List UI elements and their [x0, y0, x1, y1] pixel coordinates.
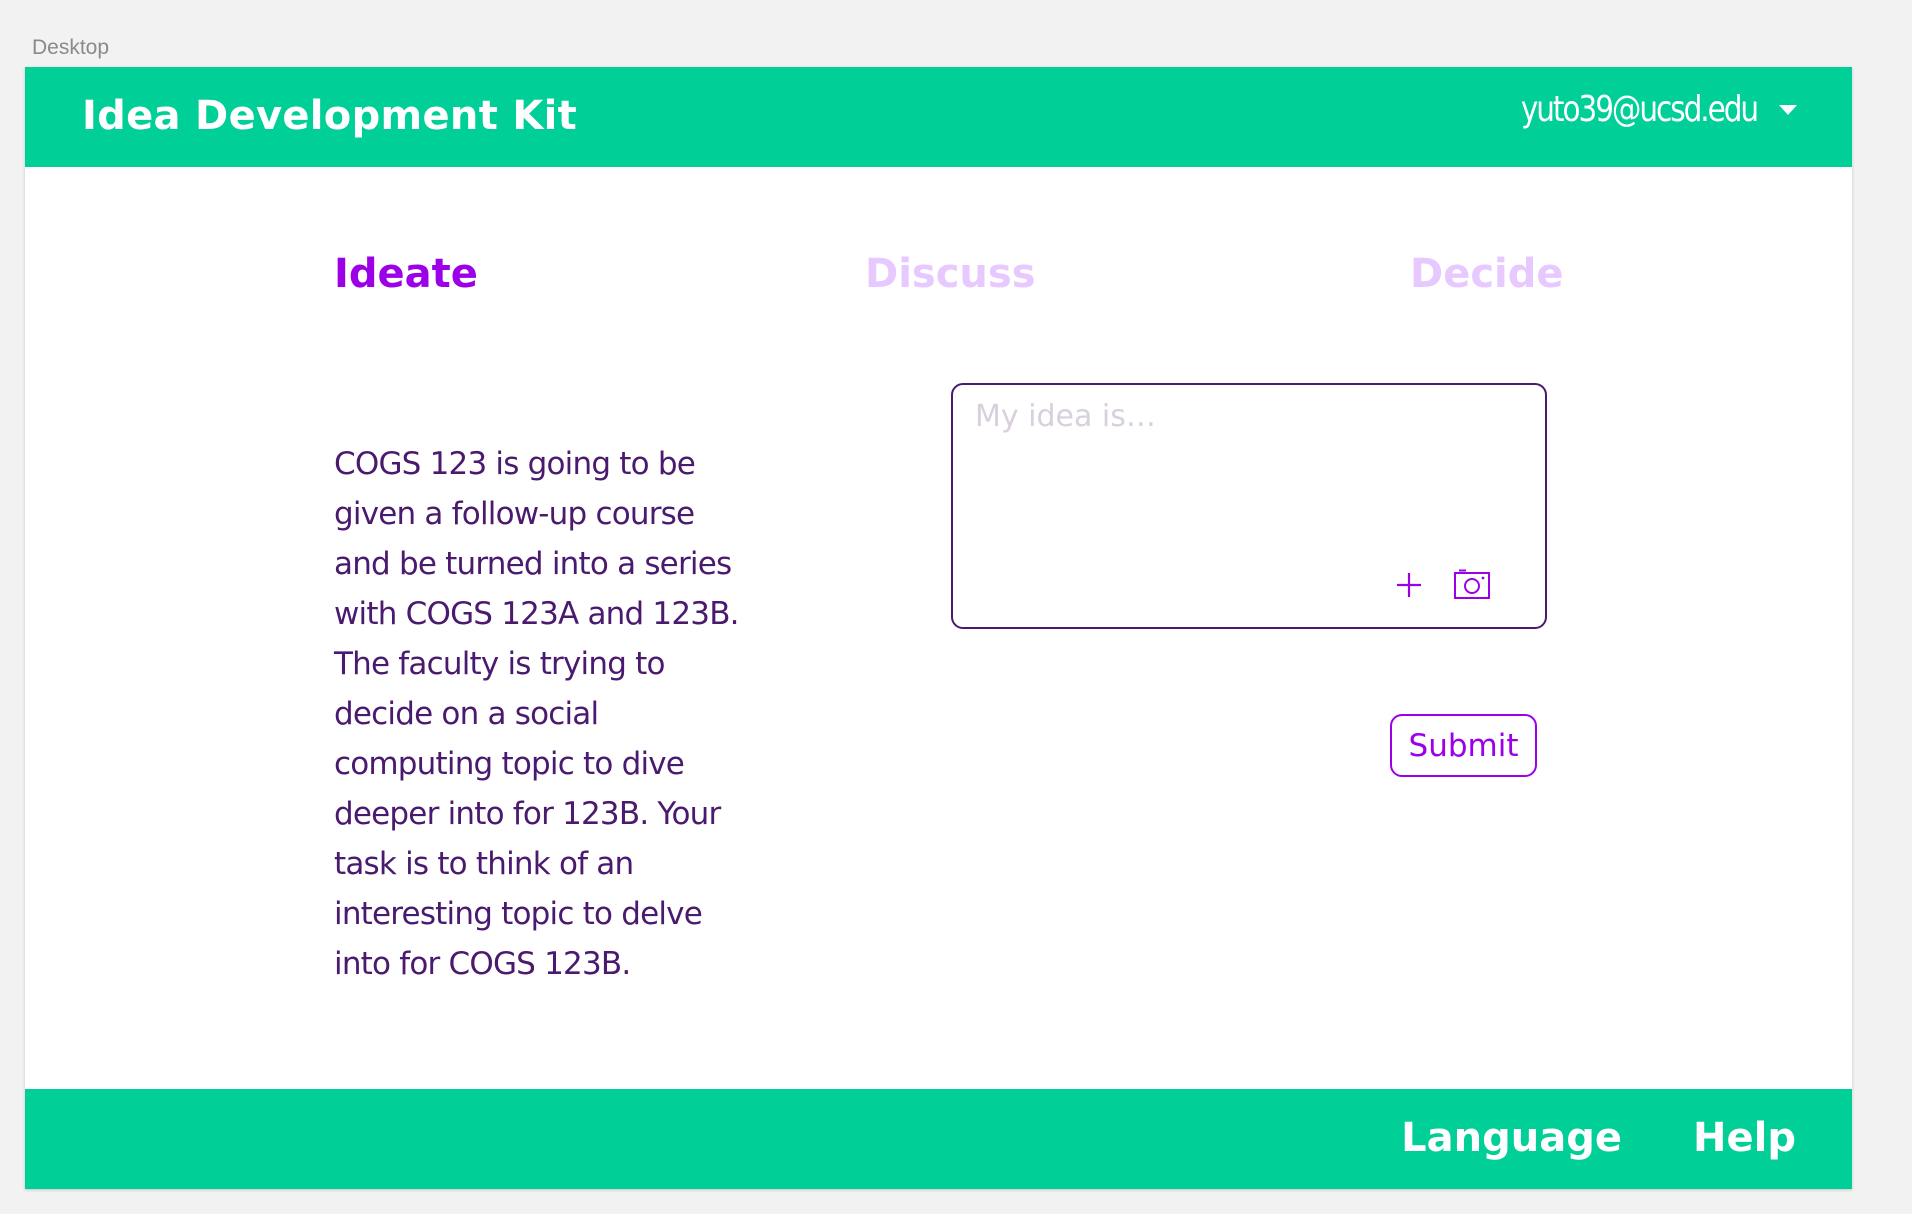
- submit-button[interactable]: Submit: [1390, 714, 1537, 777]
- help-link[interactable]: Help: [1693, 1115, 1796, 1161]
- footer-bar: Language Help: [25, 1089, 1852, 1189]
- tab-decide[interactable]: Decide: [1410, 251, 1564, 297]
- idea-input-box: [951, 383, 1547, 629]
- header-bar: Idea Development Kit yuto39@ucsd.edu: [25, 67, 1852, 167]
- idea-input[interactable]: [971, 399, 1535, 549]
- app-frame: Idea Development Kit yuto39@ucsd.edu Ide…: [25, 67, 1852, 1189]
- tab-discuss[interactable]: Discuss: [865, 251, 1036, 297]
- user-email[interactable]: yuto39@ucsd.edu: [1521, 89, 1759, 130]
- plus-icon[interactable]: [1393, 569, 1425, 601]
- camera-icon[interactable]: [1453, 569, 1491, 601]
- tab-ideate[interactable]: Ideate: [334, 251, 478, 297]
- language-link[interactable]: Language: [1401, 1115, 1622, 1161]
- app-title: Idea Development Kit: [82, 93, 578, 139]
- user-menu[interactable]: yuto39@ucsd.edu: [1469, 89, 1797, 130]
- chevron-down-icon[interactable]: [1779, 104, 1797, 115]
- prompt-text: COGS 123 is going to be given a follow-u…: [334, 446, 740, 982]
- artboard-label: Desktop: [32, 36, 110, 59]
